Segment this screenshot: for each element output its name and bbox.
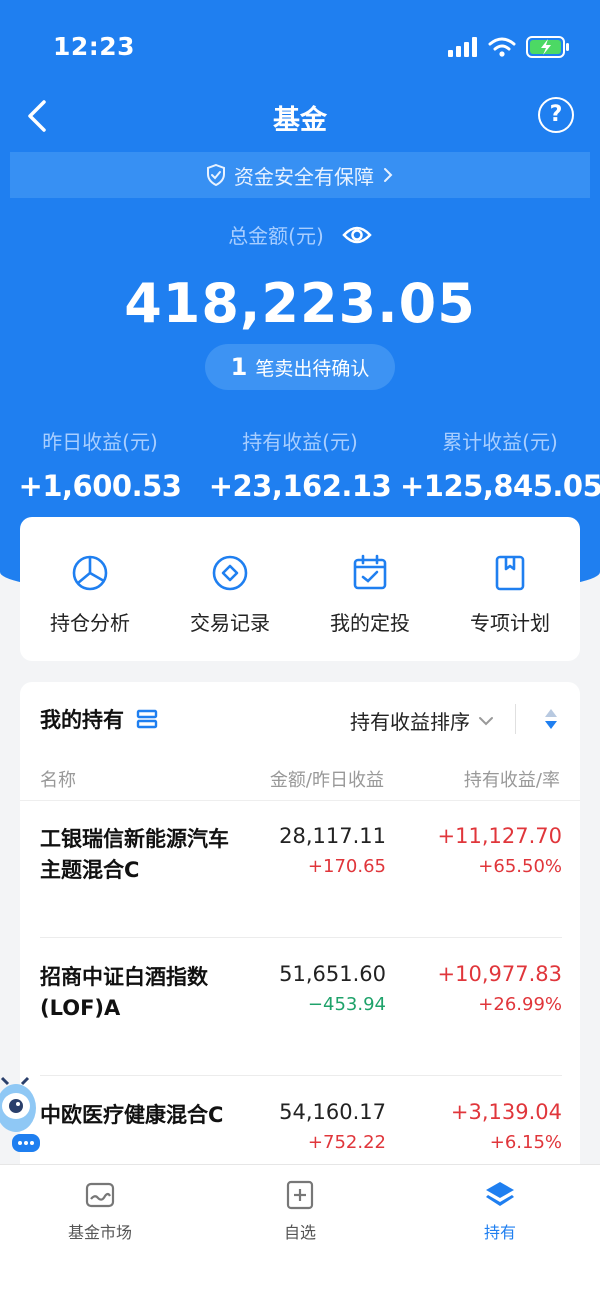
fund-amount: 51,651.60 (279, 962, 386, 986)
stat-cumulative: 累计收益(元) +125,845.05 (400, 426, 600, 503)
action-label: 交易记录 (190, 611, 270, 635)
stat-label: 昨日收益(元) (42, 430, 158, 454)
fund-profit: +11,127.70 (437, 824, 562, 848)
sort-label: 持有收益排序 (350, 710, 470, 734)
calendar-check-icon (353, 554, 387, 590)
layers-icon (486, 1182, 514, 1206)
fund-profit: +10,977.83 (437, 962, 562, 986)
fund-amount-group: 28,117.11 +170.65 (279, 824, 386, 877)
fund-amount-group: 51,651.60 −453.94 (279, 962, 386, 1015)
stat-holding: 持有收益(元) +23,162.13 (200, 426, 400, 503)
chevron-down-icon (479, 716, 493, 725)
pie-chart-icon (72, 555, 108, 591)
help-icon[interactable]: ? (538, 97, 574, 133)
fund-daily-gain: +752.22 (307, 1132, 386, 1153)
assistant-mascot-icon[interactable] (0, 1076, 48, 1156)
pending-text: 笔卖出待确认 (255, 357, 370, 380)
wifi-icon (488, 37, 516, 57)
action-position-analysis[interactable]: 持仓分析 (20, 517, 160, 661)
eye-icon[interactable] (342, 224, 372, 246)
fund-amount-group: 54,160.17 +752.22 (279, 1100, 386, 1153)
chevron-right-icon (384, 168, 393, 182)
stat-value: +23,162.13 (208, 469, 392, 503)
add-favorite-icon (286, 1180, 314, 1210)
sort-divider (515, 704, 516, 734)
shield-check-icon (207, 164, 225, 186)
col-amount: 金额/昨日收益 (269, 770, 384, 791)
battery-charging-icon (526, 36, 569, 58)
col-name: 名称 (40, 770, 76, 791)
stat-value: +125,845.05 (400, 469, 600, 503)
fund-daily-gain: +170.65 (307, 856, 386, 877)
status-time: 12:23 (53, 32, 136, 61)
fund-name: 工银瑞信新能源汽车主题混合C (40, 827, 229, 882)
fund-profit-group: +3,139.04 +6.15% (451, 1100, 562, 1153)
tab-label: 自选 (283, 1223, 316, 1242)
bookmark-icon (495, 555, 525, 591)
tab-holdings[interactable]: 持有 (400, 1165, 600, 1299)
status-icons (448, 36, 570, 58)
fund-profit-group: +11,127.70 +65.50% (438, 824, 562, 877)
security-banner[interactable]: 资金安全有保障 (10, 152, 590, 198)
action-transaction-records[interactable]: 交易记录 (160, 517, 300, 661)
action-label: 持仓分析 (50, 611, 130, 635)
fund-profit-rate: +65.50% (478, 856, 562, 877)
fund-profit: +3,139.04 (450, 1100, 562, 1124)
action-label: 我的定投 (330, 611, 410, 635)
signal-icon (448, 37, 477, 57)
fund-profit-rate: +26.99% (478, 994, 562, 1015)
fund-profit-group: +10,977.83 +26.99% (438, 962, 562, 1015)
total-amount-label: 总金额(元) (228, 224, 324, 248)
holdings-header: 我的持有 (40, 704, 158, 734)
market-icon (85, 1182, 115, 1208)
tab-label: 持有 (483, 1223, 516, 1242)
tab-label: 基金市场 (67, 1223, 132, 1242)
total-amount-label-row: 总金额(元) (0, 220, 600, 249)
page-title: 基金 (273, 105, 327, 136)
diamond-circle-icon (212, 555, 248, 591)
fund-amount: 28,117.11 (279, 824, 386, 848)
stat-yesterday: 昨日收益(元) +1,600.53 (0, 426, 200, 503)
total-amount-value: 418,223.05 (124, 272, 476, 335)
col-profit: 持有收益/率 (463, 770, 560, 791)
tab-watchlist[interactable]: 自选 (200, 1165, 400, 1299)
stat-label: 持有收益(元) (242, 430, 358, 454)
fund-amount: 54,160.17 (279, 1100, 386, 1124)
action-label: 专项计划 (470, 611, 550, 635)
nav-bar: 基金 ? (0, 90, 600, 142)
stat-label: 累计收益(元) (442, 430, 558, 454)
holdings-title: 我的持有 (40, 708, 124, 732)
action-special-plan[interactable]: 专项计划 (440, 517, 580, 661)
pending-sell-badge[interactable]: 1 笔卖出待确认 (205, 344, 395, 390)
tab-fund-market[interactable]: 基金市场 (0, 1165, 200, 1299)
fund-name: 招商中证白酒指数(LOF)A (40, 965, 208, 1020)
quick-actions-card: 持仓分析 交易记录 我的定投 专项计划 (20, 517, 580, 661)
earnings-stats: 昨日收益(元) +1,600.53 持有收益(元) +23,162.13 累计收… (0, 426, 600, 503)
column-headers: 名称 金额/昨日收益 持有收益/率 (20, 766, 580, 800)
fund-daily-gain: −453.94 (307, 994, 386, 1015)
security-text: 资金安全有保障 (234, 164, 374, 189)
bottom-tab-bar: 基金市场 自选 持有 (0, 1164, 600, 1299)
stat-value: +1,600.53 (18, 469, 182, 503)
fund-name: 中欧医疗健康混合C (40, 1103, 224, 1127)
list-toggle-icon[interactable] (136, 709, 158, 729)
sort-dropdown[interactable]: 持有收益排序 (350, 706, 494, 735)
fund-profit-rate: +6.15% (489, 1132, 562, 1153)
status-bar: 12:23 (0, 28, 600, 68)
holding-row[interactable]: 招商中证白酒指数(LOF)A 51,651.60 −453.94 +10,977… (40, 938, 562, 1076)
action-my-auto-invest[interactable]: 我的定投 (300, 517, 440, 661)
sort-order-icon[interactable] (544, 708, 558, 730)
pending-count: 1 (230, 353, 248, 381)
holding-row[interactable]: 工银瑞信新能源汽车主题混合C 28,117.11 +170.65 +11,127… (40, 800, 562, 938)
